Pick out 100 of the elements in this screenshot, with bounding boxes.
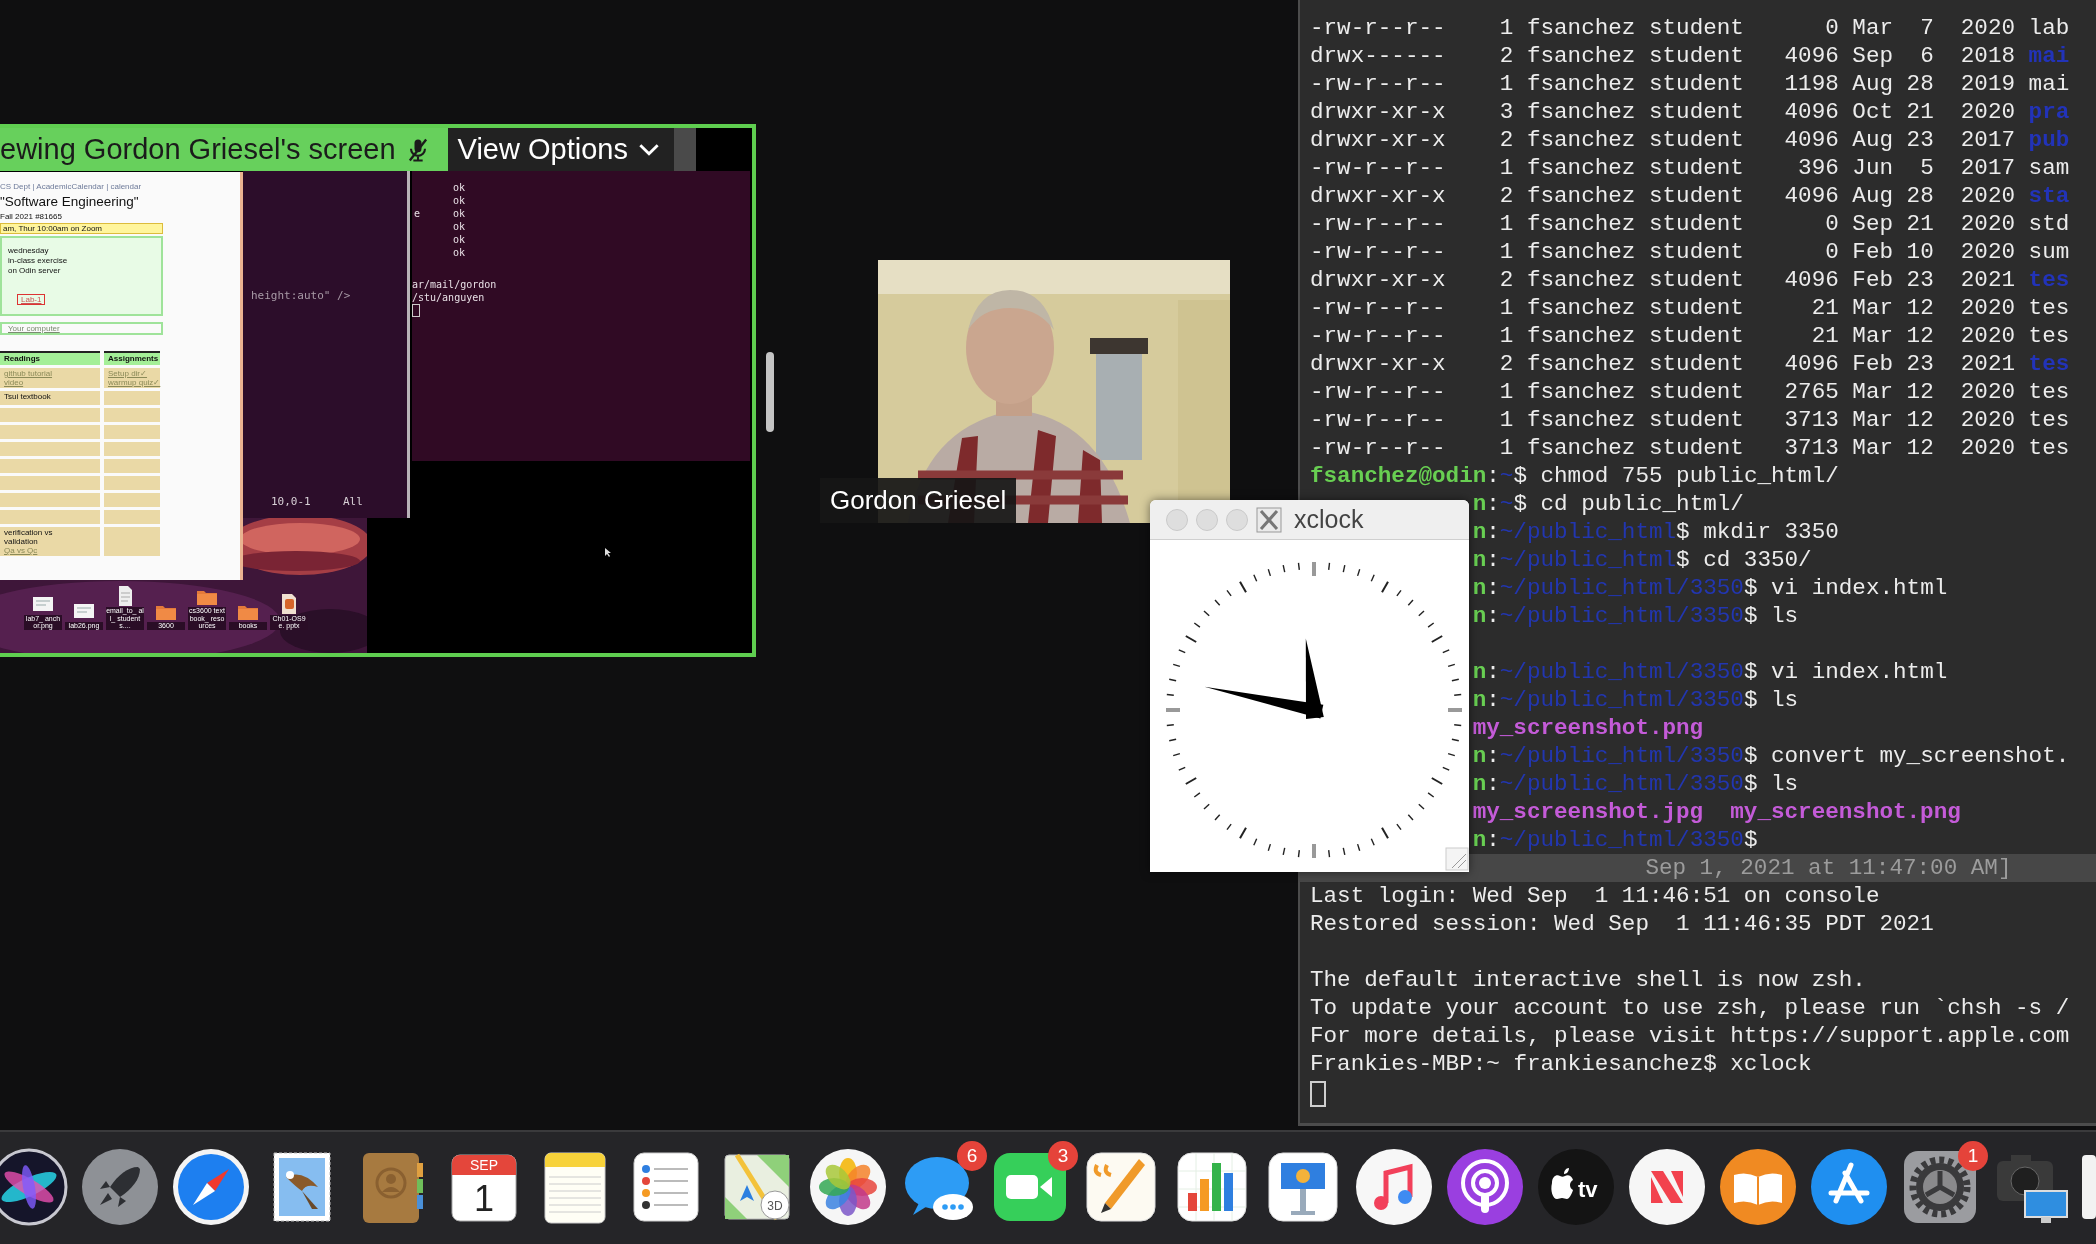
terminal-line: -rw-r--r-- 1 fsanchez student 2765 Mar 12 2020 tes (1310, 378, 2070, 406)
notice-text: in-class exercise (8, 256, 68, 265)
scroll-position: All (343, 495, 363, 508)
table-link[interactable]: Qa vs Qc (4, 546, 96, 555)
output-line: ok (453, 246, 466, 259)
terminal-line: fsanchez@odin:~$ chmod 755 public_html/ (1310, 462, 1839, 490)
output-line: ok (453, 207, 466, 220)
output-line: ok (453, 181, 466, 194)
notice-text: wednesday (8, 246, 49, 255)
orb-icon[interactable] (0, 1147, 69, 1227)
navigation-links[interactable]: CS Dept | AcademicCalendar | calendar (0, 182, 240, 191)
participant-name: Gordon Griesel (820, 478, 1017, 523)
output-line: ok (453, 194, 466, 207)
rocket-icon[interactable] (80, 1147, 160, 1227)
terminal-line: -rw-r--r-- 1 fsanchez student 21 Mar 12 2020 tes (1310, 294, 2070, 322)
table-cell (104, 476, 160, 490)
window-title: xclock (1294, 505, 1364, 534)
schedule-banner: am, Thur 10:00am on Zoom (0, 223, 163, 234)
terminal-line: my_screenshot.jpg my_screenshot.png (1472, 798, 1961, 826)
course-term: Fall 2021 #81665 (0, 212, 63, 221)
cell-text: validation (4, 537, 39, 546)
terminal-line: n:~/public_html/3350$ ls (1472, 770, 1799, 798)
output-fragment: e (414, 208, 421, 219)
table-cell (104, 442, 160, 456)
terminal-line: -rw-r--r-- 1 fsanchez student 0 Sep 21 2020 std (1310, 210, 2070, 238)
terminal-line: The default interactive shell is now zsh. (1310, 966, 1866, 994)
terminal-line: For more details, please visit https://support.apple.com (1310, 1022, 2070, 1050)
notice-text: on Odin server (8, 266, 61, 275)
terminal-line: drwxr-xr-x 2 fsanchez student 4096 Feb 23 2021 tes (1310, 350, 2070, 378)
table-link[interactable]: Setup dir✓ (108, 369, 156, 378)
resize-handle[interactable] (766, 352, 774, 432)
output-line: ok (453, 220, 466, 233)
news-icon[interactable] (1627, 1147, 1707, 1227)
map-3d-label: 3D (767, 1199, 783, 1213)
tv-icon[interactable]: tv (1536, 1147, 1616, 1227)
table-link[interactable]: video (4, 378, 96, 387)
terminal-line: -rw-r--r-- 1 fsanchez student 21 Mar 12 2020 tes (1310, 322, 2070, 350)
terminal-line: n:~/public_html/3350$ convert my_screenshot. (1472, 742, 2070, 770)
terminal-line: Frankies-MBP:~ frankiesanchez$ xclock (1310, 1050, 1812, 1078)
table-cell (104, 408, 160, 422)
lab-link[interactable]: Lab-1 (17, 294, 46, 305)
terminal-line: n:~/public_html/3350$ (1472, 826, 1758, 854)
output-line: ok (453, 233, 466, 246)
view-options-button[interactable]: View Options (447, 128, 674, 171)
open-book-icon[interactable] (1718, 1147, 1798, 1227)
table-cell (104, 459, 160, 473)
terminal-line: n:~$ cd public_html/ (1472, 490, 1744, 518)
table-cell (104, 425, 160, 439)
column-header: Readings (0, 351, 100, 365)
terminal-line: n:~/public_html/3350$ ls (1472, 686, 1799, 714)
table-link[interactable]: github tutorial (4, 369, 96, 378)
terminal-line: drwxr-xr-x 2 fsanchez student 4096 Aug 23 2017 pub (1310, 126, 2070, 154)
terminal-line: Last login: Wed Sep 1 11:46:51 on console (1310, 882, 1880, 910)
terminal-line: n:~/public_html$ cd 3350/ (1472, 546, 1812, 574)
table-link[interactable]: warmup quiz✓ (108, 378, 156, 387)
session-restored-text: Sep 1, 2021 at 11:47:00 AM] (1644, 855, 2012, 881)
terminal-line: To update your account to use zsh, please run `chsh -s / (1310, 994, 2070, 1022)
terminal-line: n:~/public_html$ mkdir 3350 (1472, 518, 1839, 546)
cell-text: verification vs (4, 528, 54, 537)
terminal-line: n:~/public_html/3350$ ls (1472, 602, 1799, 630)
text-cursor (1310, 1081, 1326, 1107)
terminal-line: my_screenshot.png (1472, 714, 1704, 742)
terminal-line: -rw-r--r-- 1 fsanchez student 0 Feb 10 2020 sum (1310, 238, 2070, 266)
table-cell (104, 391, 160, 405)
cell-text: Tsui textbook (4, 392, 52, 401)
table-cell (104, 510, 160, 524)
notification-badge: 6 (957, 1141, 987, 1171)
course-title: "Software Engineering" (0, 194, 140, 209)
terminal-line: drwx------ 2 fsanchez student 4096 Sep 6 2018 mai (1310, 42, 2070, 70)
table-cell (104, 493, 160, 507)
terminal-line: -rw-r--r-- 1 fsanchez student 3713 Mar 12 2020 tes (1310, 434, 2070, 462)
computer-link[interactable]: Your computer (0, 322, 163, 335)
music-note-icon[interactable] (1354, 1147, 1434, 1227)
code-line: height:auto" /> (251, 289, 351, 302)
terminal-line: n:~/public_html/3350$ vi index.html (1472, 574, 1948, 602)
mouse-pointer-icon (605, 548, 611, 557)
terminal-line: -rw-r--r-- 1 fsanchez student 3713 Mar 12 2020 tes (1310, 406, 2070, 434)
pencils-icon[interactable] (1809, 1147, 1889, 1227)
output-line: ar/mail/gordon (412, 278, 497, 291)
terminal-line: Restored session: Wed Sep 1 11:46:35 PDT 2021 (1310, 910, 1934, 938)
terminal-line: drwxr-xr-x 2 fsanchez student 4096 Feb 23 2021 tes (1310, 266, 2070, 294)
column-header: Assignments (104, 351, 160, 365)
table-cell (104, 527, 160, 556)
x-logo-icon (1256, 506, 1282, 533)
compass-icon[interactable] (171, 1147, 251, 1227)
terminal-line: drwxr-xr-x 3 fsanchez student 4096 Oct 21 2020 pra (1310, 98, 2070, 126)
sharing-title: ewing Gordon Griesel's screen (0, 133, 396, 166)
flower-icon[interactable] (808, 1147, 888, 1227)
terminal-line: drwxr-xr-x 2 fsanchez student 4096 Aug 28 2020 sta (1310, 182, 2070, 210)
terminal-line: n:~/public_html/3350$ vi index.html (1472, 658, 1948, 686)
text-cursor (412, 304, 420, 317)
cursor-position: 10,0-1 (271, 495, 311, 508)
terminal-line: -rw-r--r-- 1 fsanchez student 396 Jun 5 2017 sam (1310, 154, 2070, 182)
notification-badge: 1 (1958, 1141, 1988, 1171)
chevron-down-icon (637, 143, 660, 156)
tv-label: tv (1578, 1177, 1598, 1202)
notification-badge: 3 (1048, 1141, 1078, 1171)
podcast-icon[interactable] (1445, 1147, 1525, 1227)
output-line: /stu/anguyen (412, 291, 486, 304)
calendar-month: SEP (470, 1157, 498, 1173)
